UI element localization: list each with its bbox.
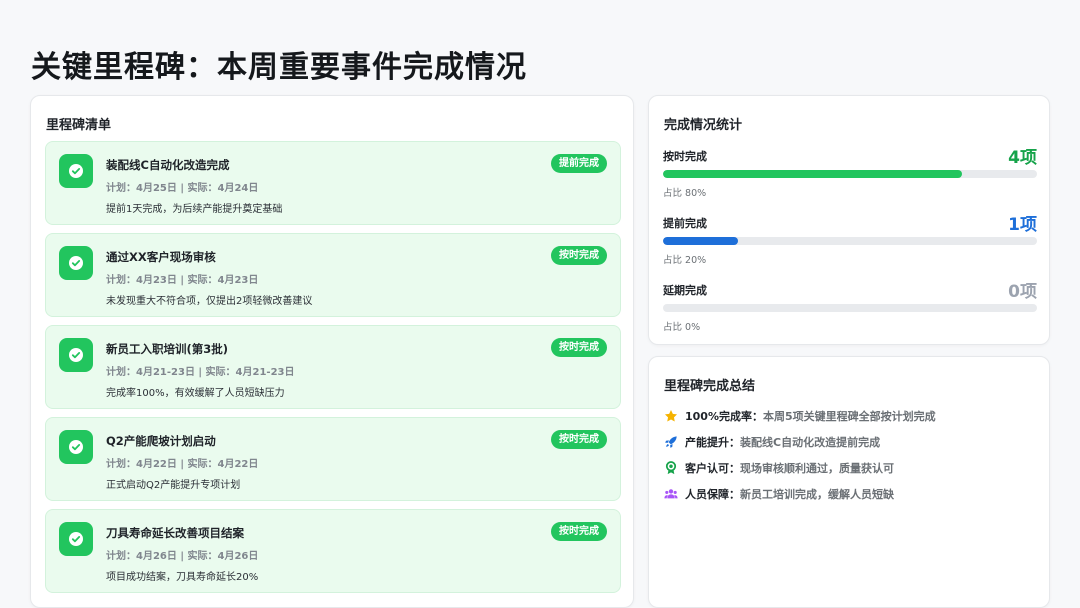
milestone-title: 新员工入职培训(第3批) bbox=[106, 342, 229, 356]
milestone-dates: 计划：4月25日 | 实际：4月24日 bbox=[106, 183, 259, 194]
page-title: 关键里程碑：本周重要事件完成情况 bbox=[31, 50, 527, 85]
summary-text: 本周5项关键里程碑全部按计划完成 bbox=[762, 410, 936, 423]
stat-value: 0项 bbox=[1008, 282, 1037, 302]
check-circle-icon bbox=[59, 522, 93, 556]
summary-key: 客户认可： bbox=[685, 462, 740, 475]
milestone-title: 装配线C自动化改造完成 bbox=[106, 158, 230, 172]
milestone-dates: 计划：4月23日 | 实际：4月23日 bbox=[106, 275, 259, 286]
milestone-dates: 计划：4月21-23日 | 实际：4月21-23日 bbox=[106, 367, 295, 378]
milestone-title: 刀具寿命延长改善项目结案 bbox=[106, 526, 244, 540]
milestone-card[interactable]: 装配线C自动化改造完成 计划：4月25日 | 实际：4月24日 提前1天完成，为… bbox=[45, 141, 621, 225]
progress-track bbox=[663, 170, 1037, 178]
milestone-summary-heading: 里程碑完成总结 bbox=[664, 379, 756, 394]
check-circle-icon bbox=[59, 246, 93, 280]
stat-value: 1项 bbox=[1008, 215, 1037, 235]
check-circle-icon bbox=[59, 430, 93, 464]
stat-percentage: 占比 0% bbox=[663, 322, 701, 333]
completion-stats-panel: 完成情况统计 按时完成 4项 占比 80% 提前完成 1项 占比 20% 延期完… bbox=[648, 95, 1050, 345]
stat-value: 4项 bbox=[1008, 148, 1037, 168]
summary-key: 产能提升： bbox=[685, 436, 740, 449]
milestone-title: 通过XX客户现场审核 bbox=[106, 250, 216, 264]
status-badge: 按时完成 bbox=[551, 246, 607, 265]
status-badge: 按时完成 bbox=[551, 430, 607, 449]
stat-label: 提前完成 bbox=[663, 217, 707, 230]
summary-text: 装配线C自动化改造提前完成 bbox=[740, 436, 881, 449]
progress-track bbox=[663, 237, 1037, 245]
milestone-dates: 计划：4月22日 | 实际：4月22日 bbox=[106, 459, 259, 470]
milestone-description: 正式启动Q2产能提升专项计划 bbox=[106, 480, 241, 491]
milestone-description: 完成率100%，有效缓解了人员短缺压力 bbox=[106, 388, 285, 399]
summary-key: 人员保障： bbox=[685, 488, 740, 501]
users-icon bbox=[663, 486, 679, 502]
milestone-card[interactable]: 刀具寿命延长改善项目结案 计划：4月26日 | 实际：4月26日 项目成功结案，… bbox=[45, 509, 621, 593]
milestone-dates: 计划：4月26日 | 实际：4月26日 bbox=[106, 551, 259, 562]
progress-fill bbox=[663, 237, 738, 245]
stat-label: 按时完成 bbox=[663, 150, 707, 163]
stat-percentage: 占比 20% bbox=[663, 255, 707, 266]
status-badge: 提前完成 bbox=[551, 154, 607, 173]
milestone-list: 装配线C自动化改造完成 计划：4月25日 | 实际：4月24日 提前1天完成，为… bbox=[45, 141, 621, 601]
milestone-list-heading: 里程碑清单 bbox=[46, 118, 112, 133]
milestone-card[interactable]: Q2产能爬坡计划启动 计划：4月22日 | 实际：4月22日 正式启动Q2产能提… bbox=[45, 417, 621, 501]
milestone-card[interactable]: 通过XX客户现场审核 计划：4月23日 | 实际：4月23日 未发现重大不符合项… bbox=[45, 233, 621, 317]
check-circle-icon bbox=[59, 154, 93, 188]
summary-text: 新员工培训完成，缓解人员短缺 bbox=[740, 488, 894, 501]
star-icon bbox=[663, 408, 679, 424]
award-icon bbox=[663, 460, 679, 476]
check-circle-icon bbox=[59, 338, 93, 372]
milestone-title: Q2产能爬坡计划启动 bbox=[106, 434, 216, 448]
status-badge: 按时完成 bbox=[551, 338, 607, 357]
milestone-summary-panel: 里程碑完成总结 100%完成率： 本周5项关键里程碑全部按计划完成 产能提升： … bbox=[648, 356, 1050, 608]
status-badge: 按时完成 bbox=[551, 522, 607, 541]
summary-list: 100%完成率： 本周5项关键里程碑全部按计划完成 产能提升： 装配线C自动化改… bbox=[663, 403, 1043, 507]
milestone-description: 项目成功结案，刀具寿命延长20% bbox=[106, 572, 259, 583]
summary-item: 100%完成率： 本周5项关键里程碑全部按计划完成 bbox=[663, 403, 1043, 429]
milestone-description: 未发现重大不符合项，仅提出2项轻微改善建议 bbox=[106, 296, 313, 307]
completion-stats-heading: 完成情况统计 bbox=[664, 118, 743, 133]
summary-item: 产能提升： 装配线C自动化改造提前完成 bbox=[663, 429, 1043, 455]
stat-label: 延期完成 bbox=[663, 284, 707, 297]
milestone-list-panel: 里程碑清单 装配线C自动化改造完成 计划：4月25日 | 实际：4月24日 提前… bbox=[30, 95, 634, 608]
progress-fill bbox=[663, 170, 963, 178]
milestone-card[interactable]: 新员工入职培训(第3批) 计划：4月21-23日 | 实际：4月21-23日 完… bbox=[45, 325, 621, 409]
summary-key: 100%完成率： bbox=[685, 410, 763, 423]
summary-item: 客户认可： 现场审核顺利通过，质量获认可 bbox=[663, 455, 1043, 481]
summary-item: 人员保障： 新员工培训完成，缓解人员短缺 bbox=[663, 481, 1043, 507]
rocket-icon bbox=[663, 434, 679, 450]
stat-percentage: 占比 80% bbox=[663, 188, 707, 199]
summary-text: 现场审核顺利通过，质量获认可 bbox=[740, 462, 894, 475]
progress-track bbox=[663, 304, 1037, 312]
milestone-description: 提前1天完成，为后续产能提升奠定基础 bbox=[106, 204, 283, 215]
